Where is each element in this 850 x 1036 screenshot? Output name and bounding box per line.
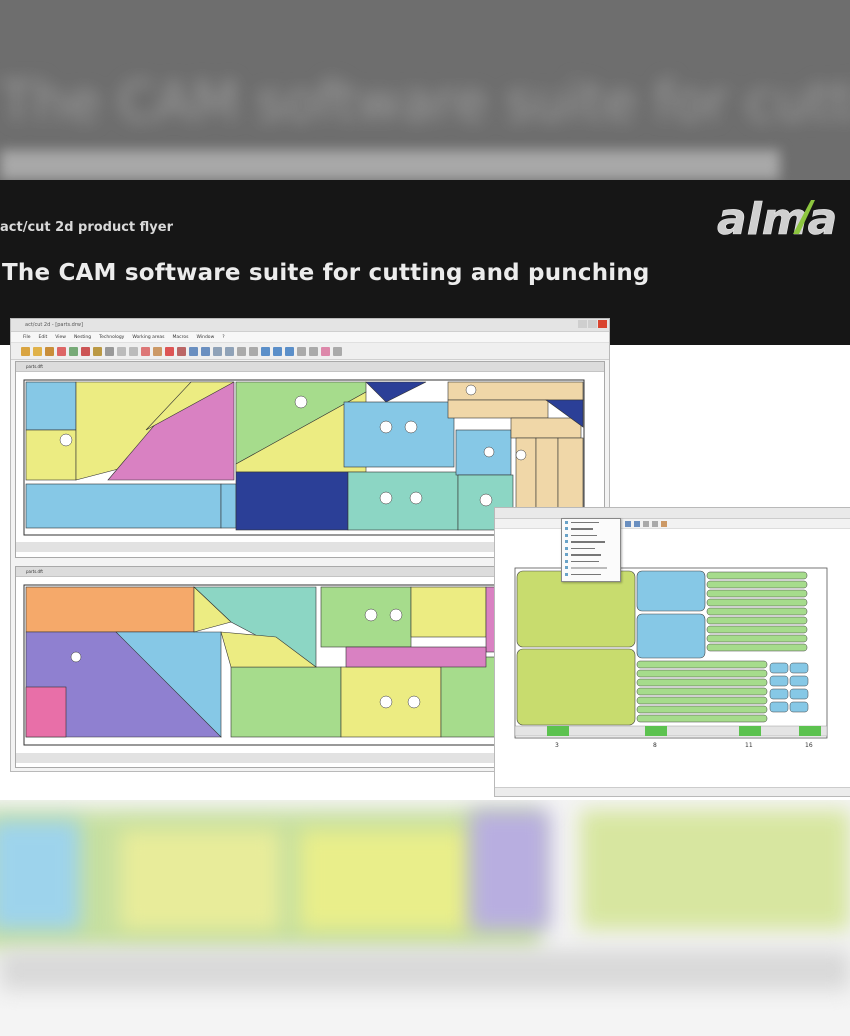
layers-icon[interactable]	[249, 346, 258, 356]
window-titlebar: act/cut 2d - [parts.drw]	[11, 319, 609, 332]
tick-label: 16	[805, 742, 813, 749]
menu-technology[interactable]: Technology	[99, 335, 124, 340]
tick-label: 8	[653, 742, 657, 749]
tool-e-icon[interactable]	[661, 520, 667, 527]
window-title: act/cut 2d - [parts.drw]	[25, 322, 83, 328]
secondary-window-titlebar	[495, 508, 850, 519]
cascade-icon[interactable]	[273, 346, 282, 356]
menu-edit[interactable]: Edit	[39, 335, 48, 340]
blurred-background-headline: The CAM software suite for cutting and p…	[0, 70, 850, 133]
document-2-title: parts.dft	[26, 569, 44, 574]
minimize-button[interactable]	[578, 320, 587, 328]
zoom-in-icon[interactable]	[189, 346, 198, 356]
status-bar	[495, 787, 850, 796]
blurred-background-bottom	[0, 800, 850, 1036]
undo-icon[interactable]	[117, 346, 126, 356]
product-flyer-label: act/cut 2d product flyer	[0, 220, 174, 235]
tool-b-icon[interactable]	[634, 520, 640, 527]
zoom-all-icon[interactable]	[225, 346, 234, 356]
menu-view[interactable]: View	[55, 335, 66, 340]
new-icon[interactable]	[21, 346, 30, 356]
menu-nesting[interactable]: Nesting	[74, 335, 91, 340]
punch-icon[interactable]	[165, 346, 174, 356]
menu-working-areas[interactable]: Working areas	[132, 335, 164, 340]
open-icon[interactable]	[33, 346, 42, 356]
copy-icon[interactable]	[69, 346, 78, 356]
flyer-headline: The CAM software suite for cutting and p…	[2, 260, 650, 286]
tool-d-icon[interactable]	[652, 520, 658, 527]
tile-icon[interactable]	[261, 346, 270, 356]
menu-option-9[interactable]	[562, 571, 620, 578]
tick-label: 11	[745, 742, 753, 749]
document-1-title: parts.dft	[26, 364, 44, 369]
select-icon[interactable]	[105, 346, 114, 356]
delete-icon[interactable]	[81, 346, 90, 356]
refresh-icon[interactable]	[297, 346, 306, 356]
tick-label: 3	[555, 742, 559, 749]
color-icon[interactable]	[321, 346, 330, 356]
secondary-app-window: 3 8 11 16	[494, 507, 850, 797]
toolbar	[11, 343, 609, 360]
alma-logo: alma	[717, 194, 838, 244]
context-dropdown-menu[interactable]	[561, 518, 621, 582]
redo-icon[interactable]	[129, 346, 138, 356]
cut-icon[interactable]	[57, 346, 66, 356]
menu-bar: File Edit View Nesting Technology Workin…	[11, 332, 609, 343]
menu-window[interactable]: Window	[197, 335, 215, 340]
window-icon[interactable]	[285, 346, 294, 356]
menu-macros[interactable]: Macros	[173, 335, 189, 340]
maximize-button[interactable]	[588, 320, 597, 328]
blurred-background-top: The CAM software suite for cutting and p…	[0, 0, 850, 180]
grid-icon[interactable]	[237, 346, 246, 356]
menu-file[interactable]: File	[23, 335, 31, 340]
save-icon[interactable]	[45, 346, 54, 356]
tool-icon[interactable]	[93, 346, 102, 356]
sheet-icon[interactable]	[153, 346, 162, 356]
nest-icon[interactable]	[141, 346, 150, 356]
zoom-window-icon[interactable]	[213, 346, 222, 356]
sheet-position-ticks: 3 8 11 16	[495, 742, 850, 752]
alma-logo-text: alma	[717, 194, 837, 244]
tool-a-icon[interactable]	[625, 520, 631, 527]
settings-icon[interactable]	[333, 346, 342, 356]
sheet-nesting-view-3[interactable]	[495, 528, 850, 743]
zoom-out-icon[interactable]	[201, 346, 210, 356]
tool-c-icon[interactable]	[643, 520, 649, 527]
blurred-background-bar	[0, 150, 780, 180]
laser-icon[interactable]	[177, 346, 186, 356]
close-button[interactable]	[598, 320, 607, 328]
rotate-icon[interactable]	[309, 346, 318, 356]
menu-help[interactable]: ?	[222, 335, 224, 340]
